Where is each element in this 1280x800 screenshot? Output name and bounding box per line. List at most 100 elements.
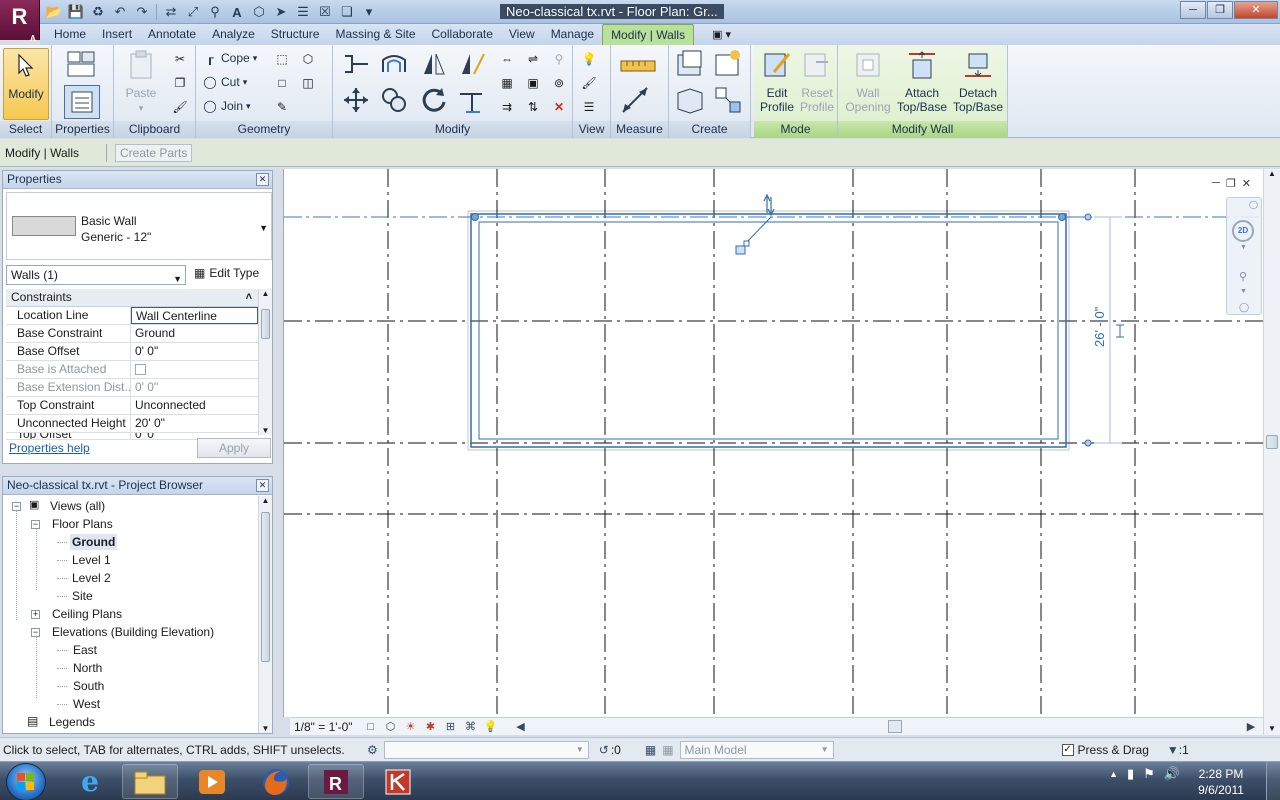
cut-clipboard-icon[interactable]: ✂	[170, 49, 190, 69]
tree-elevations[interactable]: Elevations (Building Elevation)	[52, 624, 214, 640]
base-constraint-field[interactable]: Ground	[131, 325, 258, 342]
dimension-grip[interactable]	[1084, 213, 1092, 221]
undo-icon[interactable]: ↶	[110, 3, 130, 21]
taskbar-app-k[interactable]	[370, 764, 426, 799]
editing-requests-icon[interactable]: ↺	[599, 743, 609, 757]
match-properties-icon[interactable]: 🖌	[170, 97, 190, 117]
dimension-text[interactable]: 26' - 0"	[1092, 306, 1107, 347]
taskbar-explorer[interactable]	[122, 764, 178, 799]
crop-region-icon[interactable]: ⌘	[463, 720, 479, 734]
create-similar-icon[interactable]	[713, 49, 743, 79]
browser-scrollbar[interactable]: ▲ ▼	[258, 496, 272, 733]
section-icon[interactable]: ➤	[271, 3, 291, 21]
tree-item-ground[interactable]: Ground	[70, 534, 118, 550]
rotate-icon[interactable]	[419, 85, 449, 115]
remove-paint-icon[interactable]: ✎	[272, 97, 292, 117]
scroll-up-icon[interactable]: ▲	[1264, 169, 1280, 178]
attach-top-base-button[interactable]: Attach Top/Base	[896, 48, 948, 114]
tab-analyze[interactable]: Analyze	[204, 24, 263, 45]
tab-modify-walls[interactable]: Modify | Walls	[602, 24, 695, 45]
split-trim-icon[interactable]: ⇅	[523, 97, 543, 117]
location-line-field[interactable]: Wall Centerline	[131, 307, 258, 324]
modify-button[interactable]: Modify	[3, 48, 49, 120]
show-desktop-button[interactable]	[1266, 762, 1280, 800]
action-center-icon[interactable]: ⚑	[1143, 766, 1155, 782]
close-button[interactable]: ✕	[1234, 1, 1278, 19]
tab-view[interactable]: View	[501, 24, 543, 45]
scroll-thumb[interactable]	[1266, 435, 1278, 449]
network-icon[interactable]: ▮	[1127, 766, 1134, 782]
workset-select[interactable]: ▼	[383, 740, 589, 759]
constraints-category[interactable]: Constraints ˄	[6, 289, 258, 307]
worksets-icon[interactable]: ⚙	[367, 743, 378, 757]
tab-collaborate[interactable]: Collaborate	[424, 24, 501, 45]
align-tool-icon[interactable]	[341, 49, 371, 79]
mode-panel-title[interactable]: Mode	[754, 121, 837, 138]
start-button[interactable]	[6, 763, 46, 800]
tab-manage[interactable]: Manage	[543, 24, 602, 45]
type-selector[interactable]: Basic Wall Generic - 12" ▼	[6, 192, 272, 260]
view-panel-title[interactable]: View	[573, 121, 610, 138]
reset-profile-button[interactable]: Reset Profile	[794, 48, 840, 114]
tag-icon[interactable]: ⚲	[205, 3, 225, 21]
floor-plan-drawing[interactable]: 26' - 0"	[284, 169, 1264, 717]
drawing-vertical-scrollbar[interactable]: ▲ ▼	[1263, 169, 1280, 735]
scroll-right-icon[interactable]: ▶	[1243, 720, 1259, 734]
close-navbar-icon[interactable]: ◯	[1249, 200, 1258, 209]
nav-dropdown-icon[interactable]: ▼	[1240, 244, 1247, 251]
dimension-grip[interactable]	[1084, 439, 1092, 447]
properties-help-link[interactable]: Properties help	[9, 441, 90, 455]
sync-icon[interactable]: ♻	[88, 3, 108, 21]
aligned-dimension-icon[interactable]	[619, 85, 659, 115]
scroll-up-icon[interactable]: ▲	[259, 289, 272, 298]
paste-button[interactable]: Paste ▾	[118, 48, 164, 115]
close-hidden-icon[interactable]: ☒	[315, 3, 335, 21]
base-offset-field[interactable]: 0' 0"	[131, 343, 258, 360]
tree-floor-plans[interactable]: Floor Plans	[52, 516, 113, 532]
copy-icon[interactable]: ❐	[170, 73, 190, 93]
array-icon[interactable]: ▦	[497, 73, 517, 93]
type-dropdown-icon[interactable]: ▼	[259, 223, 268, 233]
design-options-edit-icon[interactable]: ▦	[662, 743, 673, 757]
taskbar-clock[interactable]: 2:28 PM 9/6/2011	[1183, 766, 1259, 798]
wall-joins-icon[interactable]: □	[272, 73, 292, 93]
create-panel-title[interactable]: Create	[669, 121, 750, 138]
customize-qat-icon[interactable]: ▾	[359, 3, 379, 21]
scroll-down-icon[interactable]: ▼	[1264, 724, 1280, 733]
scroll-down-icon[interactable]: ▼	[259, 426, 272, 435]
clipboard-panel-title[interactable]: Clipboard	[114, 121, 195, 138]
type-properties-icon[interactable]	[66, 49, 96, 79]
measure-panel-title[interactable]: Measure	[611, 121, 668, 138]
scroll-down-icon[interactable]: ▼	[259, 724, 272, 733]
filter-icon[interactable]: ▼	[1167, 743, 1179, 757]
3d-view-icon[interactable]: ⬡	[249, 3, 269, 21]
minimize-view-icon[interactable]: ─	[1212, 177, 1220, 190]
tree-item-north[interactable]: North	[73, 660, 102, 676]
hide-element-icon[interactable]: 💡	[579, 49, 599, 69]
close-properties-icon[interactable]: ✕	[256, 173, 269, 186]
override-graphics-icon[interactable]: 🖌	[579, 73, 599, 93]
wall-opening-button[interactable]: Wall Opening	[842, 48, 894, 114]
modify-panel-title[interactable]: Modify	[333, 121, 572, 138]
volume-icon[interactable]: 🔊	[1164, 766, 1180, 782]
selected-wall[interactable]	[467, 210, 1070, 451]
minimize-button[interactable]: ─	[1180, 1, 1206, 19]
project-browser-header[interactable]: Neo-classical tx.rvt - Project Browser ✕	[3, 477, 272, 495]
cope-button[interactable]: ┎ Cope ▾	[202, 48, 257, 68]
modify-wall-panel-title[interactable]: Modify Wall	[838, 121, 1007, 138]
join-button[interactable]: ◯ Join ▾	[202, 96, 250, 116]
expand-ceiling-plans-icon[interactable]: +	[31, 610, 40, 619]
press-drag-checkbox[interactable]: ✓	[1061, 743, 1074, 756]
collapse-elevations-icon[interactable]: −	[31, 628, 40, 637]
create-assembly-icon[interactable]	[713, 85, 743, 115]
tree-item-level-2[interactable]: Level 2	[72, 570, 111, 586]
paint-icon[interactable]: ◫	[298, 73, 318, 93]
tab-insert[interactable]: Insert	[94, 24, 140, 45]
tab-home[interactable]: Home	[46, 24, 94, 45]
properties-panel-title[interactable]: Properties	[52, 121, 113, 138]
mirror-axis-icon[interactable]	[419, 49, 449, 79]
horizontal-scrollbar-thumb[interactable]	[888, 720, 902, 733]
linework-icon[interactable]: ☰	[579, 97, 599, 117]
temp-hide-icon[interactable]: 💡	[483, 720, 499, 734]
tree-legends[interactable]: Legends	[49, 714, 95, 730]
